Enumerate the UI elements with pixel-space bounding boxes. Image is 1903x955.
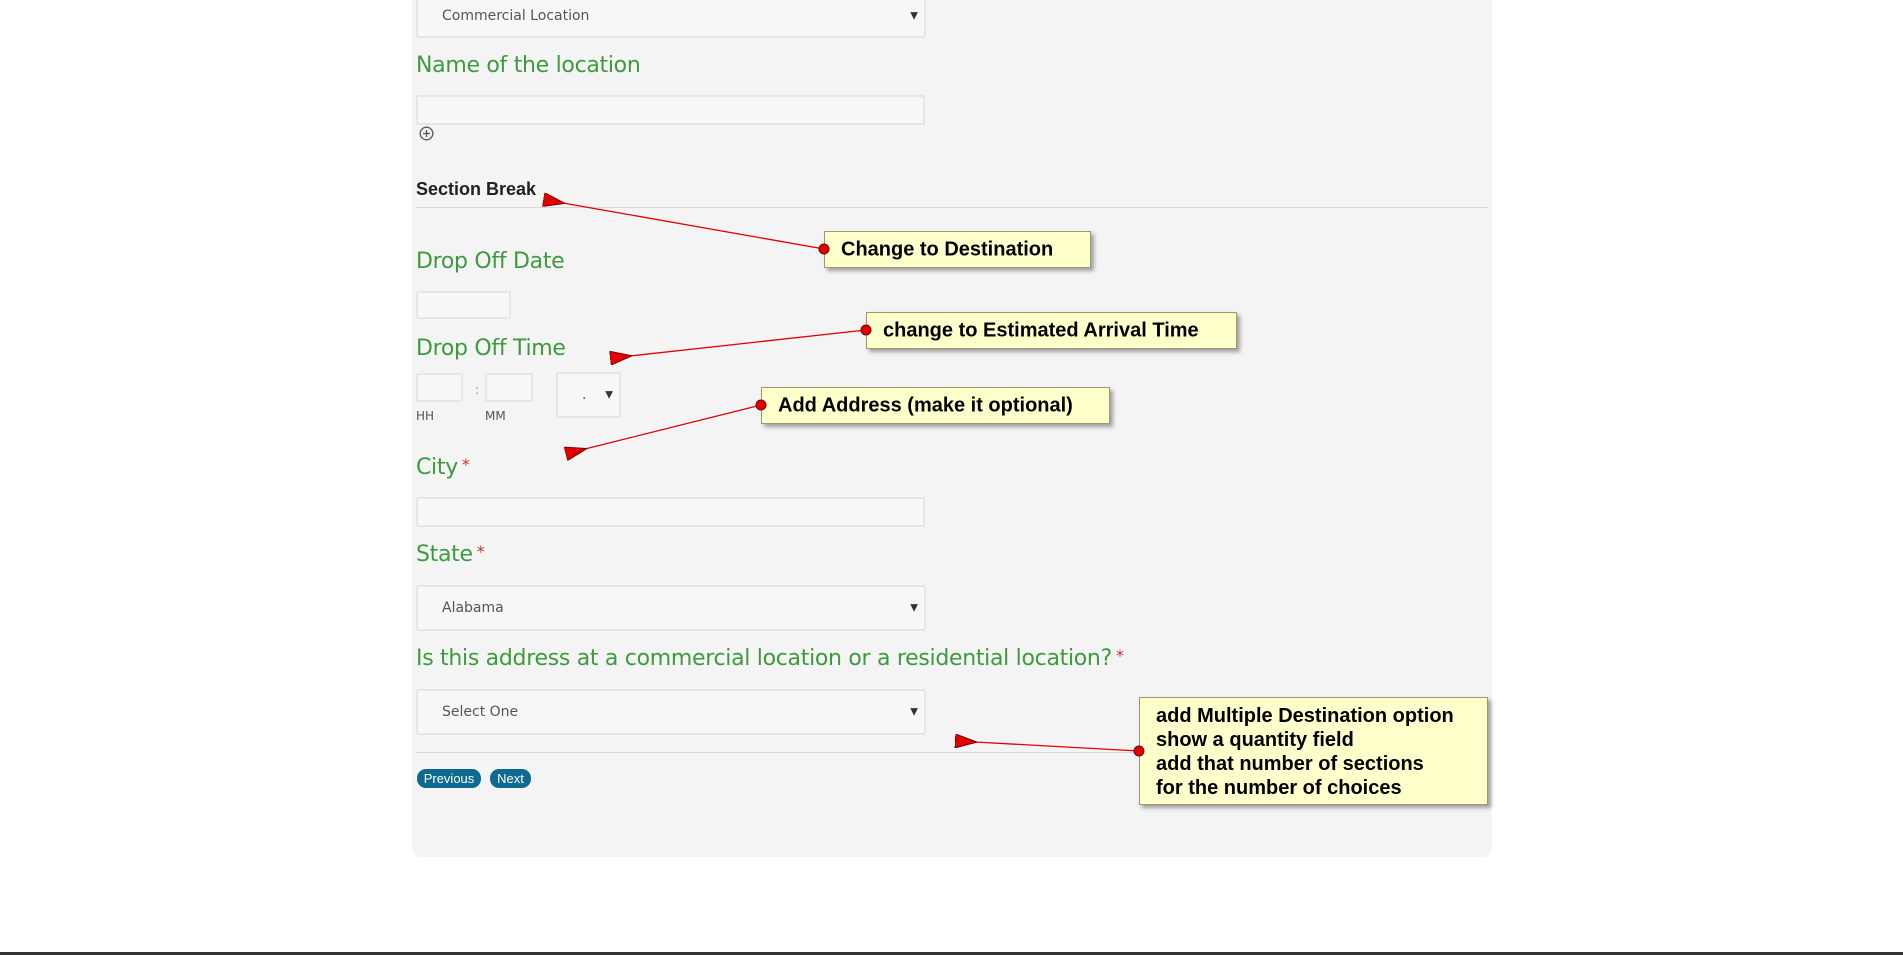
- annotation-dot: [755, 399, 767, 411]
- annotation-note-arrival-time: change to Estimated Arrival Time: [866, 312, 1237, 349]
- arrow-2: [630, 329, 867, 356]
- annotation-dot: [1133, 745, 1145, 757]
- annotation-note-destination: Change to Destination: [824, 231, 1091, 268]
- annotation-dot: [818, 243, 830, 255]
- annotation-note-multiple-destination: add Multiple Destination option show a q…: [1139, 697, 1488, 805]
- arrow-1: [563, 203, 825, 250]
- arrow-4: [975, 742, 1140, 752]
- arrow-3: [585, 404, 762, 449]
- annotation-note-address: Add Address (make it optional): [761, 387, 1110, 424]
- annotation-dot: [860, 324, 872, 336]
- annotation-arrows: [0, 0, 1140, 752]
